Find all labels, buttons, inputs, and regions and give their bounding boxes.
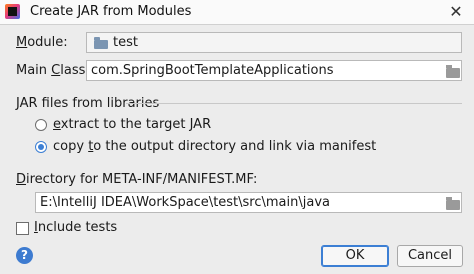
manifest-dir-label: Directory for META-INF/MANIFEST.MF: xyxy=(16,172,258,187)
title-bar: Create JAR from Modules ✕ xyxy=(0,0,474,25)
main-class-field[interactable]: com.SpringBootTemplateApplications xyxy=(86,60,462,81)
window-title: Create JAR from Modules xyxy=(30,4,192,19)
module-label: Module: xyxy=(16,35,68,50)
browse-folder-icon[interactable] xyxy=(446,197,460,210)
main-class-label: Main Class: xyxy=(16,63,90,78)
intellij-app-icon xyxy=(5,4,20,19)
browse-folder-icon[interactable] xyxy=(446,65,460,78)
manifest-dir-value: E:\IntelliJ IDEA\WorkSpace\test\src\main… xyxy=(40,195,330,210)
extract-radio[interactable] xyxy=(35,119,47,131)
close-icon[interactable]: ✕ xyxy=(441,1,471,23)
main-class-value: com.SpringBootTemplateApplications xyxy=(91,63,334,78)
module-select[interactable]: test xyxy=(86,32,462,53)
cancel-button[interactable]: Cancel xyxy=(397,245,463,267)
include-tests-checkbox[interactable] xyxy=(16,222,29,235)
help-icon[interactable]: ? xyxy=(16,247,33,264)
extract-radio-label[interactable]: extract to the target JAR xyxy=(53,117,211,132)
include-tests-label[interactable]: Include tests xyxy=(34,220,117,235)
ok-button[interactable]: OK xyxy=(321,245,389,267)
module-folder-icon xyxy=(94,37,108,49)
group-separator xyxy=(126,103,462,104)
copy-radio[interactable] xyxy=(35,141,47,153)
copy-radio-label[interactable]: copy to the output directory and link vi… xyxy=(53,139,376,154)
manifest-dir-field[interactable]: E:\IntelliJ IDEA\WorkSpace\test\src\main… xyxy=(35,192,462,213)
module-value: test xyxy=(113,35,138,50)
